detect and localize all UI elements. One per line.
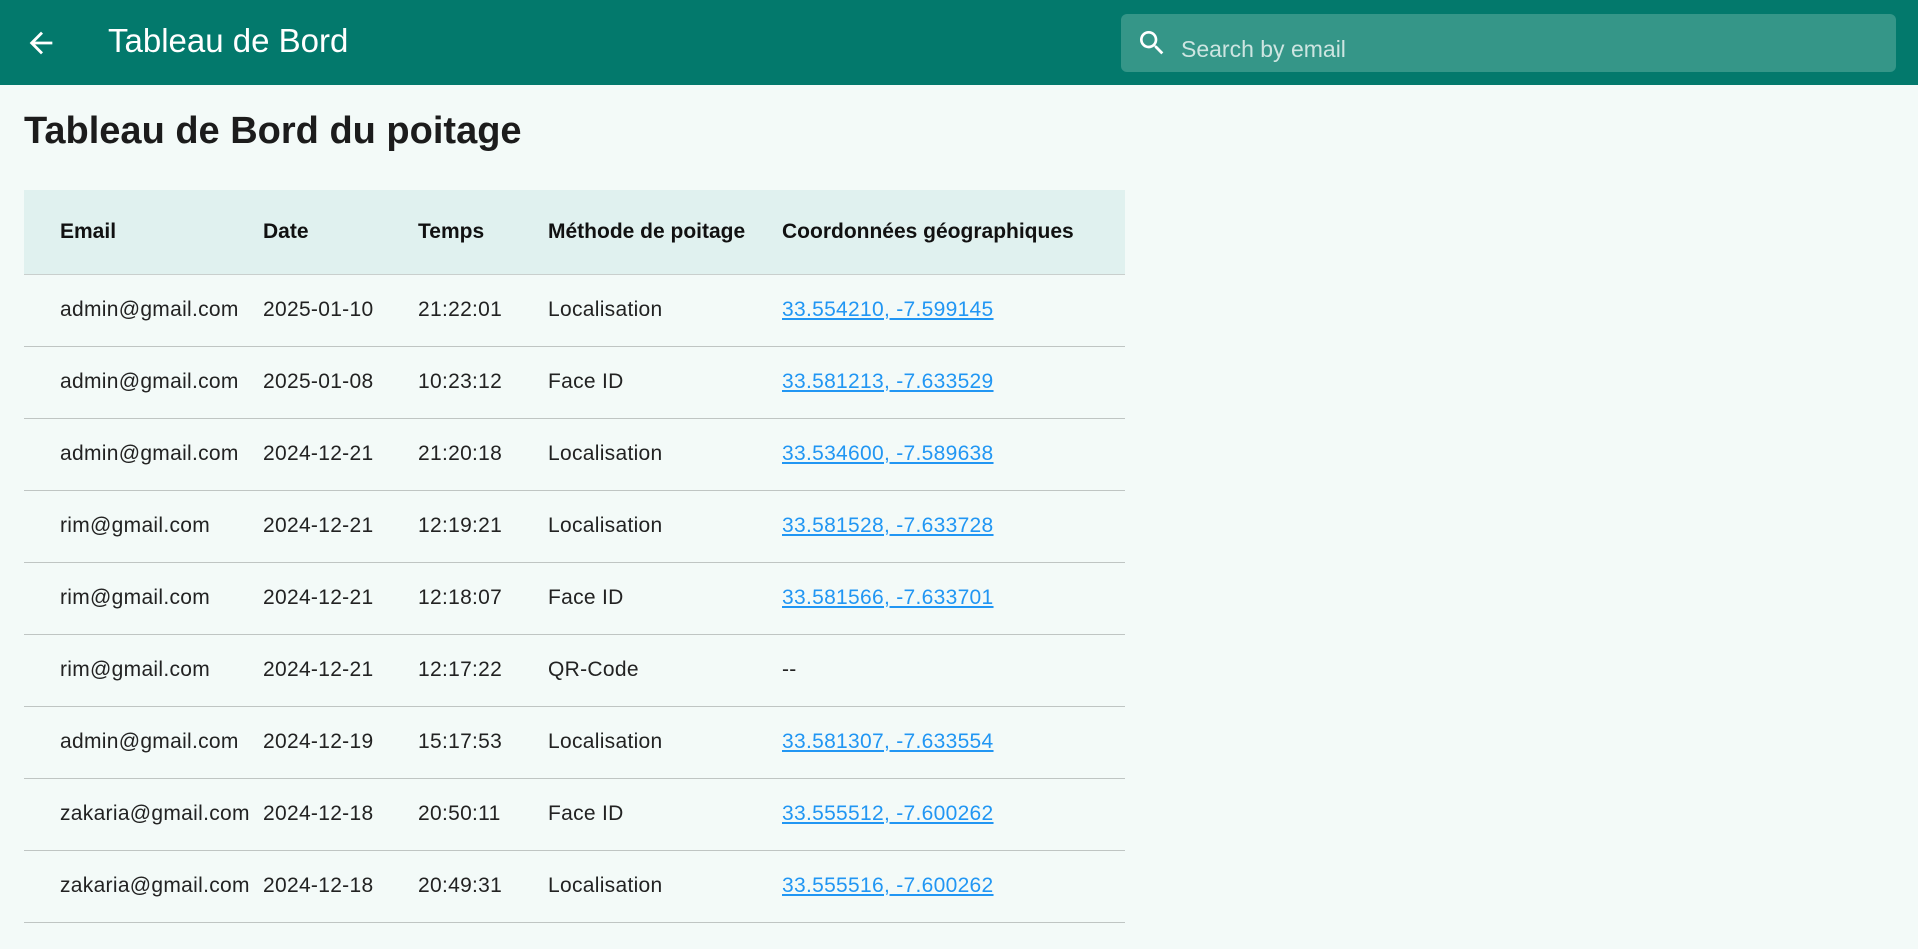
cell-time: 20:49:31 bbox=[418, 850, 548, 923]
cell-date: 2024-12-19 bbox=[263, 706, 418, 779]
cell-method: Localisation bbox=[548, 490, 782, 563]
table-row: admin@gmail.com 2025-01-08 10:23:12 Face ID… bbox=[24, 346, 1125, 419]
cell-email: rim@gmail.com bbox=[24, 562, 263, 635]
cell-date: 2024-12-18 bbox=[263, 778, 418, 851]
column-header-method: Méthode de poitage bbox=[548, 190, 782, 275]
column-header-date: Date bbox=[263, 190, 418, 275]
cell-method: Localisation bbox=[548, 850, 782, 923]
cell-date: 2024-12-21 bbox=[263, 418, 418, 491]
column-header-coordinates: Coordonnées géographiques bbox=[782, 190, 1125, 275]
cell-date: 2024-12-18 bbox=[263, 850, 418, 923]
cell-date: 2024-12-21 bbox=[263, 634, 418, 707]
cell-email: admin@gmail.com bbox=[24, 418, 263, 491]
cell-coordinates: 33.581528, -7.633728 bbox=[782, 490, 1125, 563]
table-row: admin@gmail.com 2025-01-10 21:22:01 Localis… bbox=[24, 274, 1125, 347]
coordinates-link[interactable]: 33.554210, -7.599145 bbox=[782, 298, 994, 321]
app-bar: Tableau de Bord bbox=[0, 0, 1918, 85]
search-box[interactable] bbox=[1121, 14, 1896, 78]
cell-date: 2024-12-21 bbox=[263, 562, 418, 635]
cell-time: 12:18:07 bbox=[418, 562, 548, 635]
cell-method: Localisation bbox=[548, 274, 782, 347]
column-header-time: Temps bbox=[418, 190, 548, 275]
cell-time: 20:50:11 bbox=[418, 778, 548, 851]
table-row: rim@gmail.com 2024-12-21 12:18:07 Face ID 33… bbox=[24, 562, 1125, 635]
cell-date: 2025-01-08 bbox=[263, 346, 418, 419]
cell-coordinates: 33.581566, -7.633701 bbox=[782, 562, 1125, 635]
table-row: rim@gmail.com 2024-12-21 12:17:22 QR-Code -- bbox=[24, 634, 1125, 707]
cell-method: Localisation bbox=[548, 706, 782, 779]
cell-coordinates: -- bbox=[782, 634, 1125, 707]
app-title: Tableau de Bord bbox=[108, 22, 349, 59]
page-title: Tableau de Bord du poitage bbox=[24, 110, 522, 152]
cell-coordinates: 33.554210, -7.599145 bbox=[782, 274, 1125, 347]
column-header-email: Email bbox=[24, 190, 263, 275]
cell-email: admin@gmail.com bbox=[24, 274, 263, 347]
cell-method: Face ID bbox=[548, 346, 782, 419]
coordinates-link[interactable]: 33.581213, -7.633529 bbox=[782, 370, 994, 393]
cell-email: admin@gmail.com bbox=[24, 706, 263, 779]
cell-coordinates: 33.534600, -7.589638 bbox=[782, 418, 1125, 491]
table-row: zakaria@gmail.com 2024-12-18 20:49:31 Local… bbox=[24, 850, 1125, 923]
cell-email: rim@gmail.com bbox=[24, 490, 263, 563]
arrow-back-icon[interactable] bbox=[24, 26, 58, 60]
cell-coordinates: 33.581307, -7.633554 bbox=[782, 706, 1125, 779]
cell-coordinates: 33.555516, -7.600262 bbox=[782, 850, 1125, 923]
cell-method: Localisation bbox=[548, 418, 782, 491]
cell-email: zakaria@gmail.com bbox=[24, 778, 263, 851]
table-row: rim@gmail.com 2024-12-21 12:19:21 Localisat… bbox=[24, 490, 1125, 563]
cell-coordinates: 33.555512, -7.600262 bbox=[782, 778, 1125, 851]
cell-time: 10:23:12 bbox=[418, 346, 548, 419]
table-row: zakaria@gmail.com 2024-12-18 20:50:11 Face … bbox=[24, 778, 1125, 851]
cell-coordinates: 33.581213, -7.633529 bbox=[782, 346, 1125, 419]
coordinates-link[interactable]: 33.555516, -7.600262 bbox=[782, 874, 994, 897]
cell-email: zakaria@gmail.com bbox=[24, 850, 263, 923]
coordinates-empty: -- bbox=[782, 658, 797, 681]
search-input[interactable] bbox=[1181, 14, 1881, 78]
cell-method: QR-Code bbox=[548, 634, 782, 707]
cell-time: 21:20:18 bbox=[418, 418, 548, 491]
table-row: admin@gmail.com 2024-12-21 21:20:18 Localis… bbox=[24, 418, 1125, 491]
cell-time: 21:22:01 bbox=[418, 274, 548, 347]
cell-time: 12:19:21 bbox=[418, 490, 548, 563]
cell-email: rim@gmail.com bbox=[24, 634, 263, 707]
cell-date: 2025-01-10 bbox=[263, 274, 418, 347]
table-row: admin@gmail.com 2024-12-19 15:17:53 Localis… bbox=[24, 706, 1125, 779]
coordinates-link[interactable]: 33.581528, -7.633728 bbox=[782, 514, 994, 537]
coordinates-link[interactable]: 33.581307, -7.633554 bbox=[782, 730, 994, 753]
cell-method: Face ID bbox=[548, 562, 782, 635]
cell-time: 15:17:53 bbox=[418, 706, 548, 779]
coordinates-link[interactable]: 33.555512, -7.600262 bbox=[782, 802, 994, 825]
cell-date: 2024-12-21 bbox=[263, 490, 418, 563]
cell-method: Face ID bbox=[548, 778, 782, 851]
table-header-row: Email Date Temps Méthode de poitage Coor… bbox=[24, 190, 1125, 275]
coordinates-link[interactable]: 33.581566, -7.633701 bbox=[782, 586, 994, 609]
attendance-table: Email Date Temps Méthode de poitage Coor… bbox=[24, 190, 1125, 923]
cell-time: 12:17:22 bbox=[418, 634, 548, 707]
cell-email: admin@gmail.com bbox=[24, 346, 263, 419]
coordinates-link[interactable]: 33.534600, -7.589638 bbox=[782, 442, 994, 465]
search-icon bbox=[1136, 27, 1168, 59]
